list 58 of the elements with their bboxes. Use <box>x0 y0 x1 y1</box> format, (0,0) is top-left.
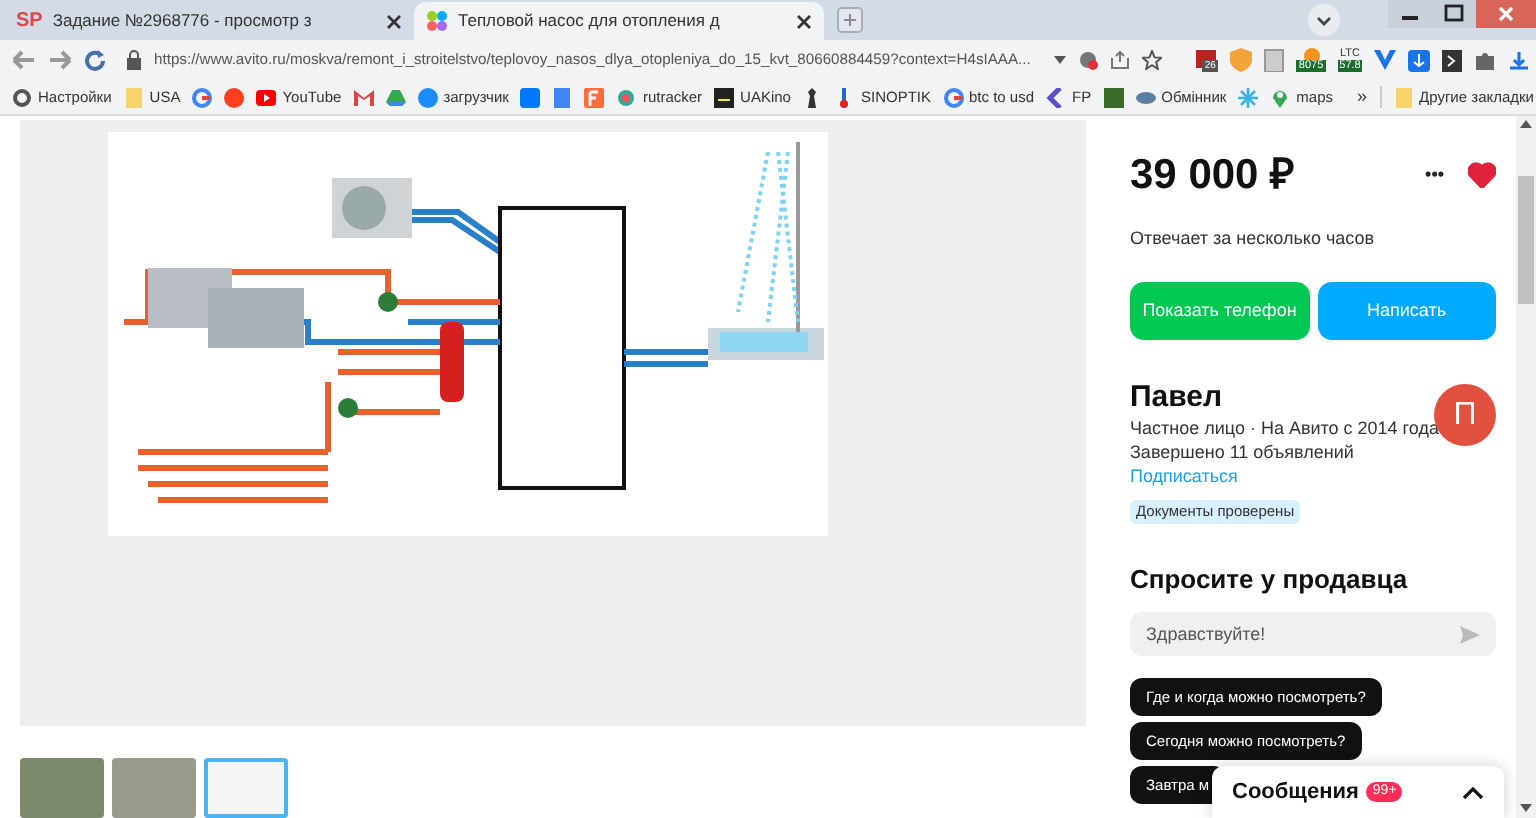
maximize-icon[interactable] <box>1432 0 1476 28</box>
scrollbar-thumb[interactable] <box>1518 176 1534 304</box>
forward-icon[interactable] <box>48 50 72 70</box>
settings-icon <box>12 87 32 107</box>
seller-name[interactable]: Павел <box>1130 380 1223 416</box>
g-letter-icon[interactable] <box>192 87 213 107</box>
download-icon[interactable] <box>1508 49 1531 71</box>
folder-icon <box>1393 87 1414 107</box>
new-tab-icon[interactable] <box>836 6 864 34</box>
download-icon[interactable] <box>1408 49 1431 71</box>
message-field[interactable]: Здравствуйте! <box>1130 612 1496 656</box>
dots-favicon-icon[interactable] <box>426 10 448 32</box>
folder-icon <box>123 87 144 107</box>
star-icon[interactable] <box>1238 87 1259 107</box>
seller-info: Частное лицо · На Авито с 2014 года <box>1130 416 1441 440</box>
map-pin-icon <box>1270 87 1291 107</box>
chevron-icon <box>1046 87 1067 107</box>
favicon: SP <box>16 11 43 31</box>
mail-icon[interactable] <box>353 87 374 107</box>
flower-icon <box>616 87 637 107</box>
close-icon[interactable] <box>796 13 812 29</box>
v-icon[interactable] <box>1374 50 1397 70</box>
more-bookmarks-button[interactable]: » <box>1357 83 1368 111</box>
terminal-icon[interactable] <box>1442 49 1463 71</box>
dropdown-icon[interactable] <box>1308 4 1340 36</box>
messages-label: Сообщения <box>1232 777 1359 808</box>
thumbnail[interactable] <box>112 758 196 818</box>
reload-icon[interactable] <box>84 49 106 71</box>
arrow-down-icon[interactable] <box>1520 804 1532 812</box>
section-title: Спросите у продавца <box>1130 564 1410 596</box>
dropdown-icon[interactable] <box>1054 56 1067 64</box>
star-icon[interactable] <box>1142 50 1163 70</box>
square-icon[interactable] <box>520 87 541 107</box>
seller-stats: Завершено 11 объявлений <box>1130 440 1356 464</box>
f-letter-icon[interactable] <box>584 87 605 107</box>
chevron-up-icon[interactable] <box>1462 785 1484 799</box>
price: 39 000 ₽ <box>1130 150 1297 202</box>
circle-icon[interactable] <box>224 87 245 107</box>
coin-icon[interactable] <box>1303 48 1320 60</box>
browser-tab[interactable]: Тепловой насос для отопления д <box>414 2 824 40</box>
play-icon <box>256 87 277 107</box>
response-time: Отвечает за несколько часов <box>1130 225 1377 251</box>
square-icon <box>714 87 735 107</box>
thumbnail[interactable] <box>20 758 104 818</box>
document-icon[interactable] <box>552 87 573 107</box>
g-letter-icon <box>943 87 963 107</box>
heart-icon[interactable] <box>1468 162 1496 189</box>
minimize-icon[interactable] <box>1388 0 1432 28</box>
back-icon[interactable] <box>12 50 36 70</box>
square-icon[interactable] <box>1103 87 1124 107</box>
tab-title: Задание №2968776 - просмотр з <box>52 8 314 34</box>
tab-title: Тепловой насос для отопления д <box>458 8 722 34</box>
arrow-up-icon[interactable] <box>1520 120 1532 128</box>
more-button[interactable]: ••• <box>1425 162 1444 189</box>
thumbnail[interactable] <box>204 758 288 818</box>
share-icon[interactable] <box>1110 50 1131 70</box>
lock-icon[interactable] <box>126 50 142 70</box>
close-icon[interactable] <box>386 13 402 29</box>
